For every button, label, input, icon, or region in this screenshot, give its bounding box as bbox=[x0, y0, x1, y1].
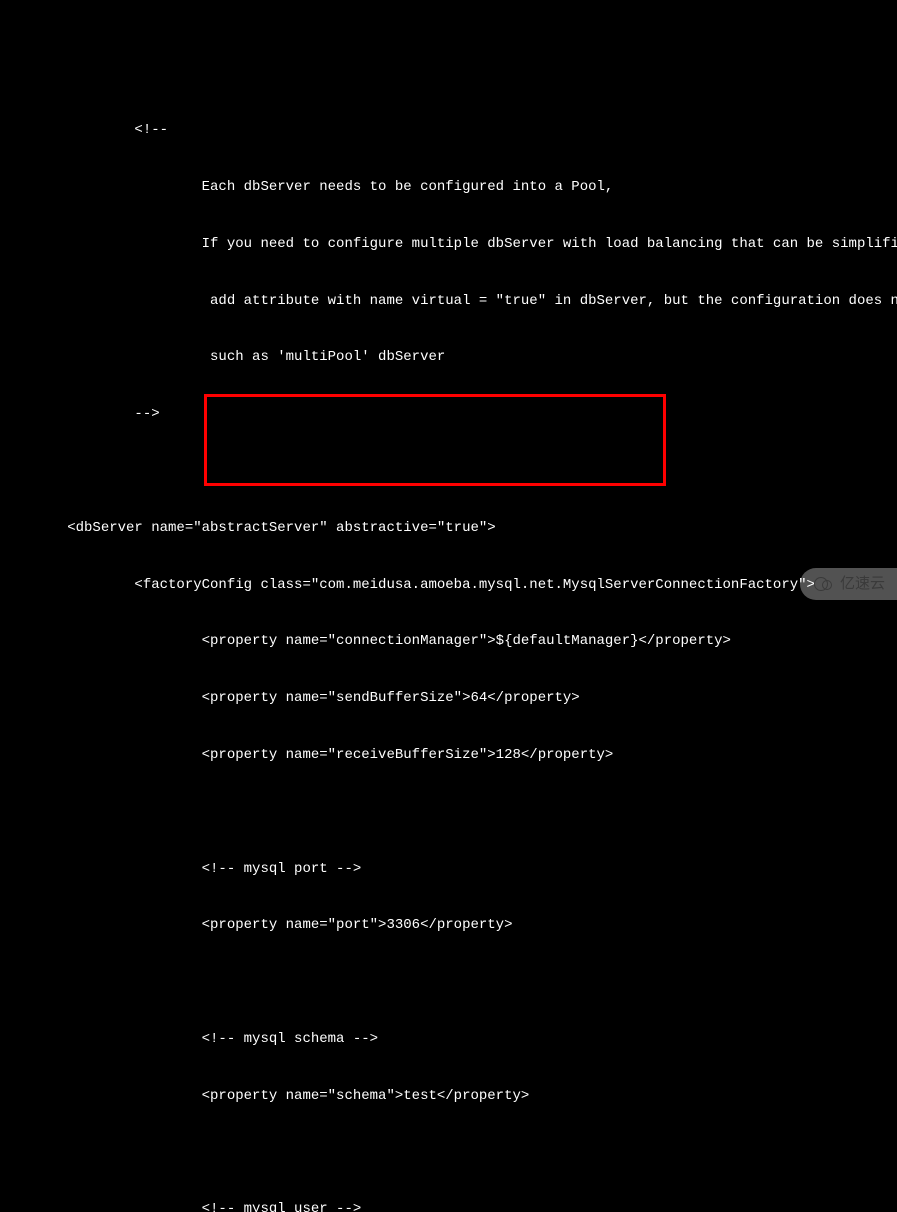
code-line: <!-- bbox=[0, 121, 897, 140]
code-line: --> bbox=[0, 405, 897, 424]
watermark-logo-icon bbox=[814, 577, 834, 591]
code-line: <property name="receiveBufferSize">128</… bbox=[0, 746, 897, 765]
code-line: <!-- mysql schema --> bbox=[0, 1030, 897, 1049]
code-line: such as 'multiPool' dbServer bbox=[0, 348, 897, 367]
code-line: <property name="connectionManager">${def… bbox=[0, 632, 897, 651]
code-line bbox=[0, 1143, 897, 1162]
code-line bbox=[0, 803, 897, 822]
code-line: Each dbServer needs to be configured int… bbox=[0, 178, 897, 197]
code-line: <factoryConfig class="com.meidusa.amoeba… bbox=[0, 576, 897, 595]
code-line bbox=[0, 462, 897, 481]
code-line: <property name="schema">test</property> bbox=[0, 1087, 897, 1106]
watermark-text: 亿速云 bbox=[840, 574, 885, 594]
code-line: <property name="port">3306</property> bbox=[0, 916, 897, 935]
code-line: <dbServer name="abstractServer" abstract… bbox=[0, 519, 897, 538]
code-line: If you need to configure multiple dbServ… bbox=[0, 235, 897, 254]
code-line: <property name="sendBufferSize">64</prop… bbox=[0, 689, 897, 708]
code-line: add attribute with name virtual = "true"… bbox=[0, 292, 897, 311]
code-line bbox=[0, 973, 897, 992]
code-line: <!-- mysql port --> bbox=[0, 860, 897, 879]
terminal-output[interactable]: <!-- Each dbServer needs to be configure… bbox=[0, 76, 897, 1212]
code-line: <!-- mysql user --> bbox=[0, 1200, 897, 1212]
watermark-badge: 亿速云 bbox=[800, 568, 897, 600]
